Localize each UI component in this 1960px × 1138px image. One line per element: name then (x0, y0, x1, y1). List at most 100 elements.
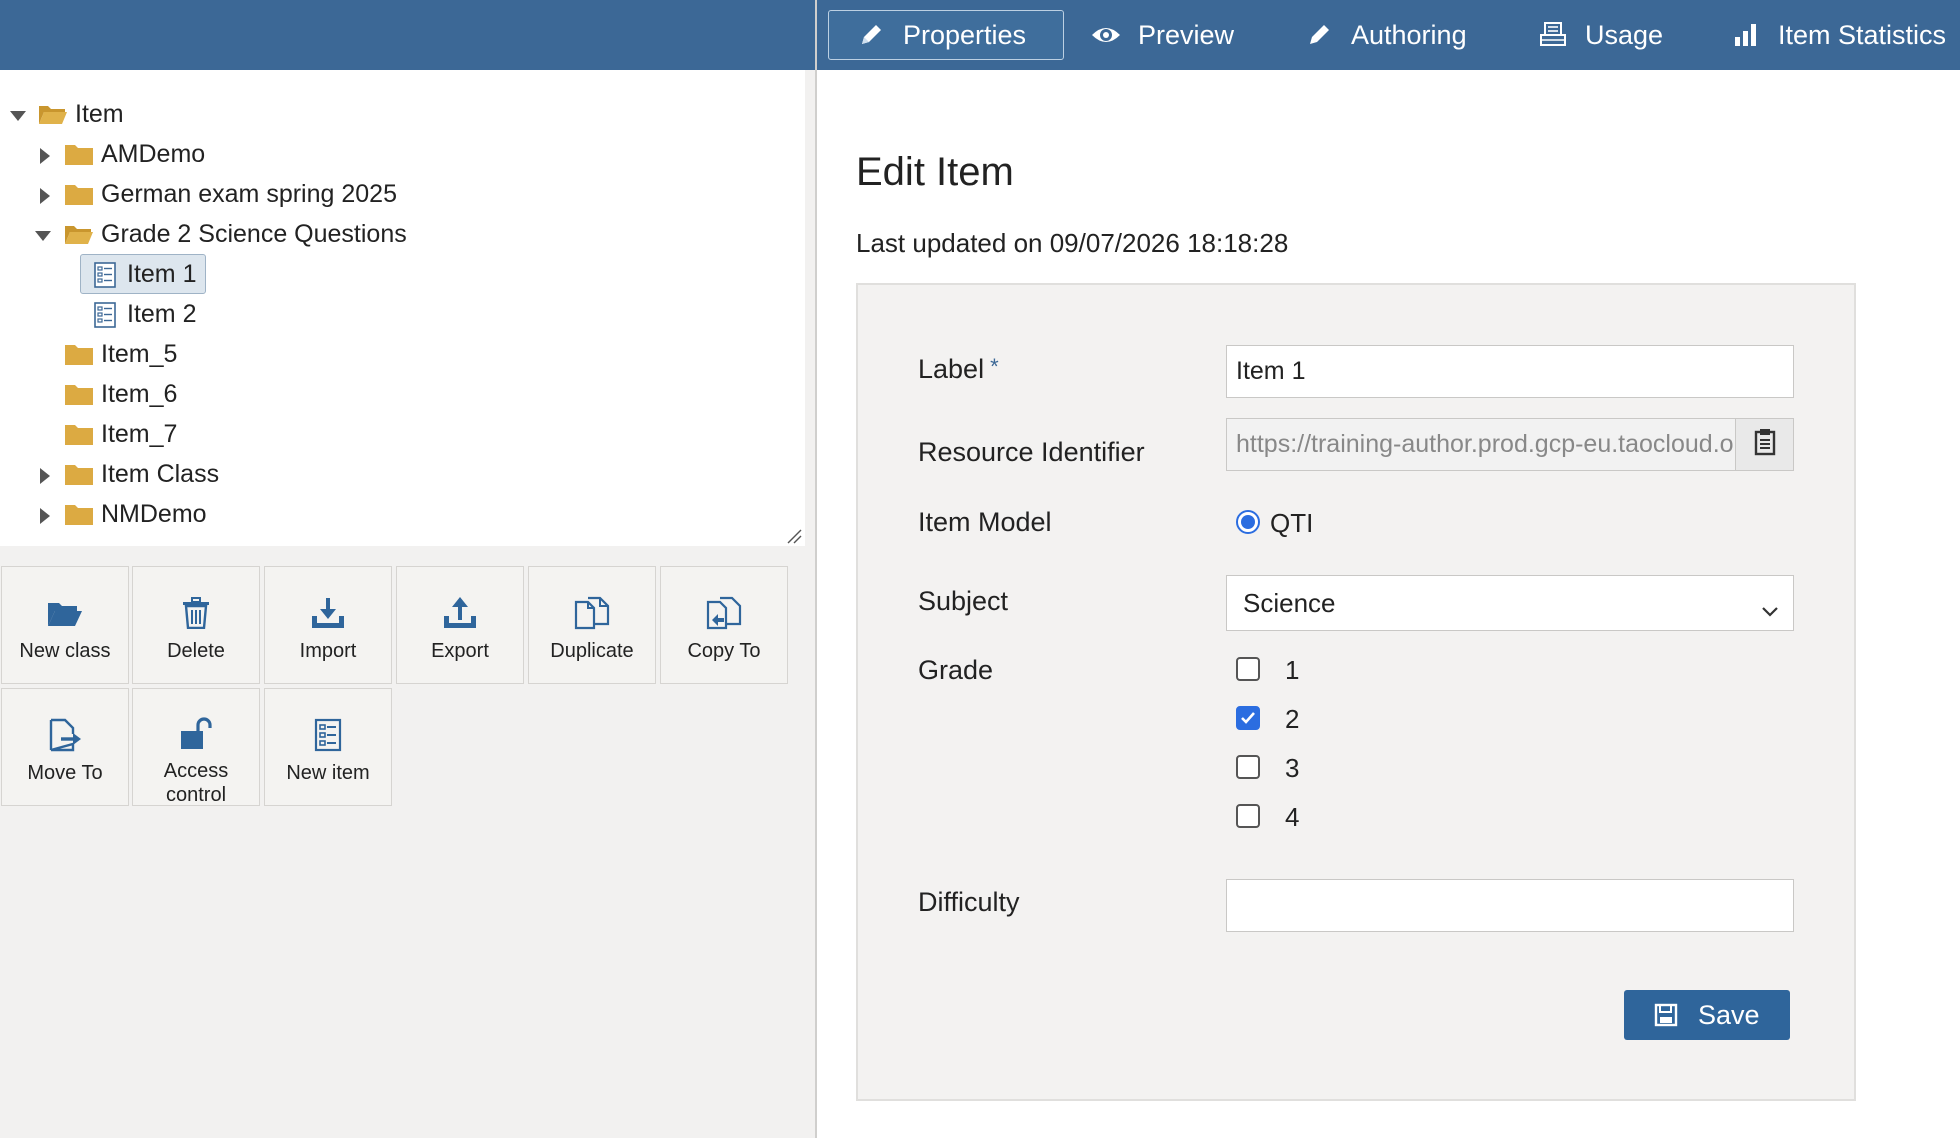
tree-node-label: Item 2 (127, 300, 197, 328)
chevron-down-icon (1761, 594, 1779, 625)
expand-arrow-icon[interactable] (36, 147, 54, 165)
tree-node-label: Item (75, 100, 124, 128)
expand-arrow-icon[interactable] (36, 507, 54, 525)
item-model-radio-qti[interactable] (1236, 510, 1260, 534)
page-title: Edit Item (856, 150, 1014, 194)
required-marker: * (990, 354, 999, 379)
tab-properties[interactable]: Properties (828, 10, 1064, 60)
tree-node-label: NMDemo (101, 500, 207, 528)
collapse-arrow-icon[interactable] (34, 227, 52, 245)
tab-usage[interactable]: Usage (1537, 10, 1663, 60)
tree-node-german-exam[interactable]: German exam spring 2025 (0, 176, 420, 216)
label-field-label: Label * (918, 354, 999, 385)
trash-icon (178, 595, 214, 631)
duplicate-icon (574, 595, 610, 631)
clipboard-icon (1754, 428, 1776, 461)
bar-chart-icon (1730, 19, 1762, 51)
difficulty-input[interactable] (1226, 879, 1794, 932)
tree-node-label: AMDemo (101, 140, 206, 168)
access-control-button[interactable]: Access control (132, 688, 260, 806)
collapse-arrow-icon[interactable] (9, 107, 27, 125)
tree-node-label: Item 1 (127, 260, 197, 288)
action-label: Duplicate (550, 640, 634, 662)
action-label: Delete (167, 640, 225, 662)
grade-option-label: 1 (1285, 655, 1300, 685)
folder-icon (64, 382, 94, 406)
left-pane: Item AMDemo German exam spring 2025 Grad… (0, 0, 815, 1138)
grade-option-label: 2 (1285, 704, 1300, 734)
floppy-disk-icon (1654, 1003, 1678, 1027)
resource-identifier-label: Resource Identifier (918, 437, 1145, 467)
tree-node-label: German exam spring 2025 (101, 180, 397, 208)
tree-node-label: Item_7 (101, 420, 178, 448)
tree-node-item7[interactable]: Item_7 (0, 416, 400, 456)
tree-node-item-root[interactable]: Item (0, 96, 400, 136)
expand-arrow-icon[interactable] (36, 467, 54, 485)
import-icon (310, 595, 346, 631)
folder-open-icon (47, 595, 83, 631)
delete-button[interactable]: Delete (132, 566, 260, 684)
item-model-label: Item Model (918, 507, 1052, 537)
action-label: Access control (163, 760, 229, 806)
action-label: Export (431, 640, 489, 662)
subject-select[interactable]: Science (1226, 575, 1794, 631)
tree-node-item5[interactable]: Item_5 (0, 336, 400, 376)
resource-identifier-field[interactable]: https://training-author.prod.gcp-eu.taoc… (1226, 418, 1736, 471)
radio-dot (1241, 515, 1255, 529)
new-item-button[interactable]: New item (264, 688, 392, 806)
resize-grip-icon[interactable] (786, 528, 802, 544)
new-class-button[interactable]: New class (1, 566, 129, 684)
tree-node-item-class[interactable]: Item Class (0, 456, 400, 496)
tree-node-item-2[interactable]: Item 2 (0, 296, 420, 336)
folder-open-icon (64, 222, 94, 246)
printer-icon (1537, 19, 1569, 51)
eye-icon (1090, 19, 1122, 51)
pane-divider[interactable] (815, 0, 817, 1138)
tree-node-label: Item_5 (101, 340, 178, 368)
tree-node-nmdemo[interactable]: NMDemo (0, 496, 400, 536)
tree-node-amdemo[interactable]: AMDemo (0, 136, 400, 176)
grade-checkbox-2[interactable] (1236, 706, 1260, 730)
tab-label: Properties (903, 19, 1027, 50)
action-label: Copy To (687, 640, 761, 662)
grade-checkbox-4[interactable] (1236, 804, 1260, 828)
grade-option-label: 3 (1285, 753, 1300, 783)
tab-item-statistics[interactable]: Item Statistics (1730, 10, 1946, 60)
copy-to-clipboard-button[interactable] (1735, 418, 1794, 471)
grade-label: Grade (918, 655, 994, 685)
save-button[interactable]: Save (1624, 990, 1790, 1040)
copy-to-button[interactable]: Copy To (660, 566, 788, 684)
item-doc-icon (94, 302, 118, 328)
grade-option-label: 4 (1285, 802, 1300, 832)
tab-preview[interactable]: Preview (1090, 10, 1234, 60)
folder-icon (64, 422, 94, 446)
checkmark-icon (1241, 712, 1255, 724)
unlock-icon (178, 717, 214, 751)
tree-node-grade2-science[interactable]: Grade 2 Science Questions (0, 216, 420, 256)
action-label: Move To (27, 762, 103, 784)
subject-selected-value: Science (1243, 587, 1336, 618)
expand-arrow-icon[interactable] (36, 187, 54, 205)
pencil-icon (855, 19, 887, 51)
duplicate-button[interactable]: Duplicate (528, 566, 656, 684)
action-label: Import (299, 640, 357, 662)
tree-node-item-1[interactable]: Item 1 (0, 254, 420, 296)
grade-checkbox-1[interactable] (1236, 657, 1260, 681)
action-label: New class (19, 640, 111, 662)
tab-authoring[interactable]: Authoring (1303, 10, 1467, 60)
move-to-button[interactable]: Move To (1, 688, 129, 806)
export-button[interactable]: Export (396, 566, 524, 684)
import-button[interactable]: Import (264, 566, 392, 684)
folder-icon (64, 182, 94, 206)
tree-node-label: Item_6 (101, 380, 178, 408)
pencil-icon (1303, 19, 1335, 51)
grade-checkbox-3[interactable] (1236, 755, 1260, 779)
label-input[interactable]: Item 1 (1226, 345, 1794, 398)
difficulty-label: Difficulty (918, 887, 1020, 917)
item-doc-icon (310, 717, 346, 753)
field-label-text: Label (918, 354, 985, 384)
tree-node-item6[interactable]: Item_6 (0, 376, 400, 416)
folder-icon (64, 342, 94, 366)
folder-open-icon (38, 102, 68, 126)
move-to-icon (47, 717, 83, 753)
